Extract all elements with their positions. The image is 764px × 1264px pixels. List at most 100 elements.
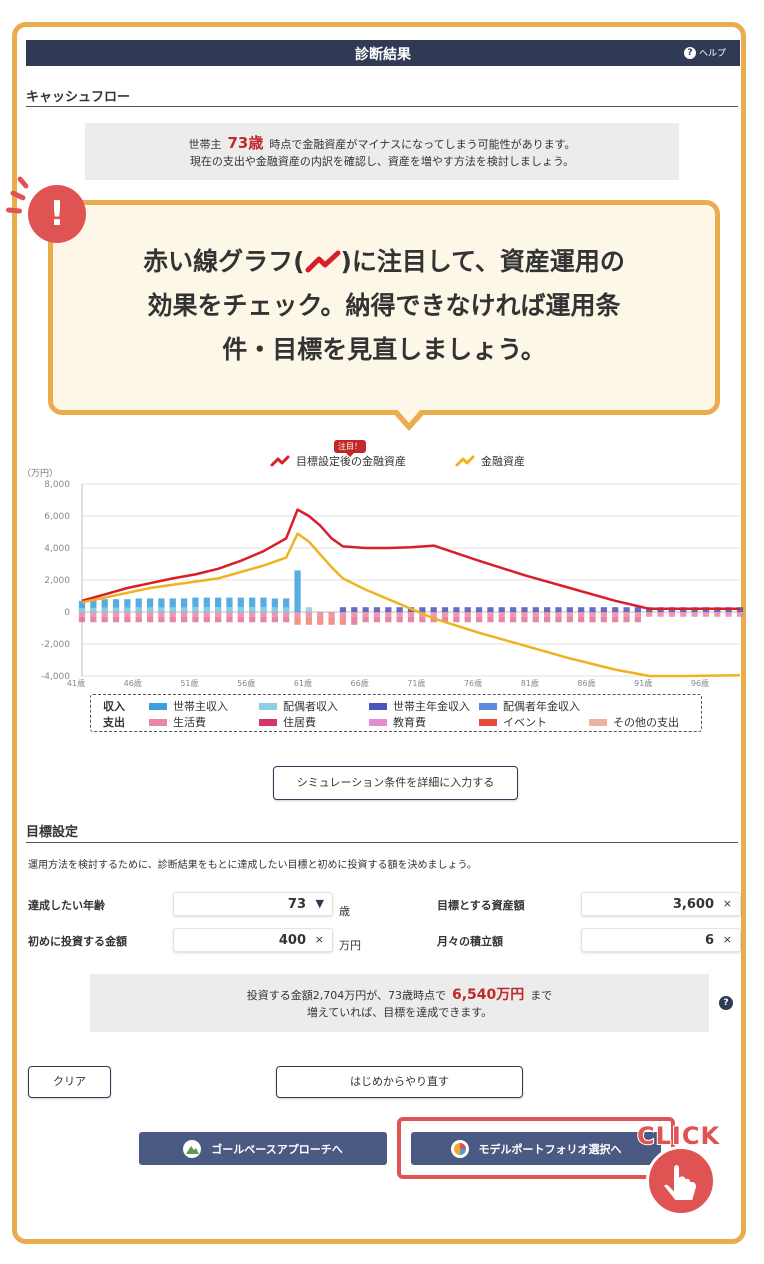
- housing-expense-bar: [101, 616, 108, 623]
- living-expense-bar: [339, 612, 347, 617]
- x-tick-label: 71歳: [407, 678, 425, 688]
- legend-item-label: イベント: [503, 716, 547, 729]
- initial-amount-input[interactable]: 400 ×: [173, 928, 333, 952]
- pension-bar: [441, 607, 449, 612]
- result-help-icon[interactable]: ?: [719, 996, 733, 1010]
- living-expense-bar: [373, 612, 381, 617]
- housing-expense-bar: [283, 616, 290, 623]
- red-line-icon: [305, 250, 340, 273]
- legend-item-label: 配偶者収入: [283, 700, 338, 713]
- legend-item-label: 世帯主年金収入: [393, 700, 470, 713]
- pension-bar: [385, 607, 392, 612]
- pension-bar: [453, 607, 460, 612]
- pension-bar: [544, 607, 551, 612]
- section-divider: [26, 842, 738, 843]
- housing-expense-bar: [271, 616, 278, 623]
- series-line: [81, 532, 741, 678]
- initial-amount-unit: 万円: [339, 939, 361, 952]
- help-label: ヘルプ: [698, 49, 726, 59]
- warning-box: 世帯主 73歳 時点で金融資産がマイナスになってしまう可能性があります。 現在の支出…: [85, 123, 679, 180]
- y-tick-label: -4,000: [41, 672, 70, 682]
- living-expense-bar: [430, 612, 437, 617]
- housing-expense-bar: [464, 616, 471, 623]
- housing-expense-bar: [124, 616, 131, 623]
- legend-item-label: 配偶者年金収入: [503, 700, 580, 713]
- attention-badge: 注目！: [334, 440, 366, 457]
- living-expense-bar: [521, 612, 528, 617]
- housing-expense-bar: [385, 616, 392, 623]
- help-icon: ?: [683, 46, 696, 59]
- clear-icon[interactable]: ×: [315, 933, 324, 946]
- spouse-income-bar: [260, 606, 267, 612]
- housing-expense-bar: [237, 616, 244, 623]
- clear-button[interactable]: クリア: [28, 1066, 111, 1098]
- help-link[interactable]: ? ヘルプ: [683, 46, 726, 59]
- spouse-income-bar: [124, 607, 131, 612]
- living-expense-bar: [475, 612, 483, 617]
- age-label: 達成したい年齢: [28, 899, 105, 912]
- housing-expense-bar: [589, 616, 596, 623]
- living-expense-bar: [464, 612, 471, 617]
- monthly-amount-input[interactable]: 6 ×: [581, 928, 741, 952]
- pension-bar: [566, 607, 573, 612]
- living-expense-bar: [555, 612, 562, 617]
- housing-expense-bar: [475, 616, 483, 623]
- pension-bar: [475, 607, 483, 612]
- callout-box: 赤い線グラフ()に注目して、資産運用の 効果をチェック。納得できなければ運用条 …: [48, 200, 720, 431]
- housing-expense-bar: [407, 616, 415, 623]
- living-expense-bar: [101, 612, 108, 617]
- housing-expense-bar: [623, 616, 630, 623]
- result-line2: 増えていれば、目標を達成できます。: [306, 1006, 493, 1019]
- x-tick-label: 91歳: [634, 678, 652, 688]
- housing-expense-bar: [90, 616, 97, 623]
- result-line1-post: まで: [530, 989, 553, 1002]
- housing-expense-bar: [169, 616, 176, 623]
- clear-icon[interactable]: ×: [723, 897, 732, 910]
- result-amount: 6,540万円: [451, 987, 525, 1003]
- spouse-income-bar: [237, 606, 244, 612]
- living-expense-bar: [158, 612, 165, 617]
- age-select[interactable]: 73 ▼: [173, 892, 333, 916]
- living-expense-bar: [180, 612, 188, 617]
- result-box: 投資する金額2,704万円が、73歳時点で 6,540万円 まで 増えていれば、目標…: [90, 974, 709, 1032]
- pension-bar: [373, 607, 381, 612]
- housing-expense-bar: [521, 616, 528, 623]
- target-amount-input[interactable]: 3,600 ×: [581, 892, 741, 916]
- housing-expense-bar: [135, 616, 142, 623]
- income-bar: [305, 607, 313, 612]
- housing-expense-bar: [339, 616, 347, 625]
- living-expense-bar: [203, 612, 210, 617]
- living-expense-bar: [589, 612, 596, 617]
- warning-age: 73歳: [227, 134, 264, 152]
- simulation-detail-button[interactable]: シミュレーション条件を詳細に入力する: [273, 766, 518, 800]
- spouse-income-bar: [158, 607, 165, 612]
- living-expense-bar: [215, 612, 222, 617]
- housing-expense-bar: [158, 616, 165, 623]
- click-highlight: [397, 1117, 675, 1179]
- living-expense-bar: [498, 612, 505, 617]
- housing-expense-bar: [578, 616, 585, 623]
- spouse-income-bar: [249, 606, 256, 612]
- spouse-income-bar: [146, 607, 154, 612]
- living-expense-bar: [396, 612, 403, 617]
- warning-line1: 時点で金融資産がマイナスになってしまう可能性があります。: [269, 138, 576, 151]
- goal-based-approach-button[interactable]: ゴールベースアプローチへ: [139, 1132, 387, 1165]
- living-expense-bar: [509, 612, 517, 617]
- x-tick-label: 56歳: [237, 678, 255, 688]
- target-amount-label: 目標とする資産額: [437, 899, 525, 912]
- clear-icon[interactable]: ×: [723, 933, 732, 946]
- goal-description: 運用方法を検討するために、診断結果をもとに達成したい目標と初めに投資する額を決め…: [28, 860, 477, 871]
- swatch: [149, 702, 167, 710]
- y-axis-title: （万円）: [22, 468, 58, 479]
- warning-prefix: 世帯主: [188, 138, 222, 151]
- living-expense-bar: [657, 612, 664, 617]
- warning-line2: 現在の支出や金融資産の内訳を確認し、資産を増やす方法を検討しましょう。: [189, 155, 575, 168]
- callout-tail-inner: [396, 408, 422, 423]
- section-divider: [26, 106, 738, 107]
- housing-expense-bar: [544, 616, 551, 623]
- pension-bar: [498, 607, 505, 612]
- restart-button[interactable]: はじめからやり直す: [276, 1066, 523, 1098]
- chart-legend: 収入 世帯主収入 配偶者収入 世帯主年金収入 配偶者年金収入 支出 生活費 住居…: [90, 694, 702, 732]
- legend-income-header: 収入: [103, 700, 125, 713]
- legend-item-label: 世帯主収入: [173, 700, 228, 713]
